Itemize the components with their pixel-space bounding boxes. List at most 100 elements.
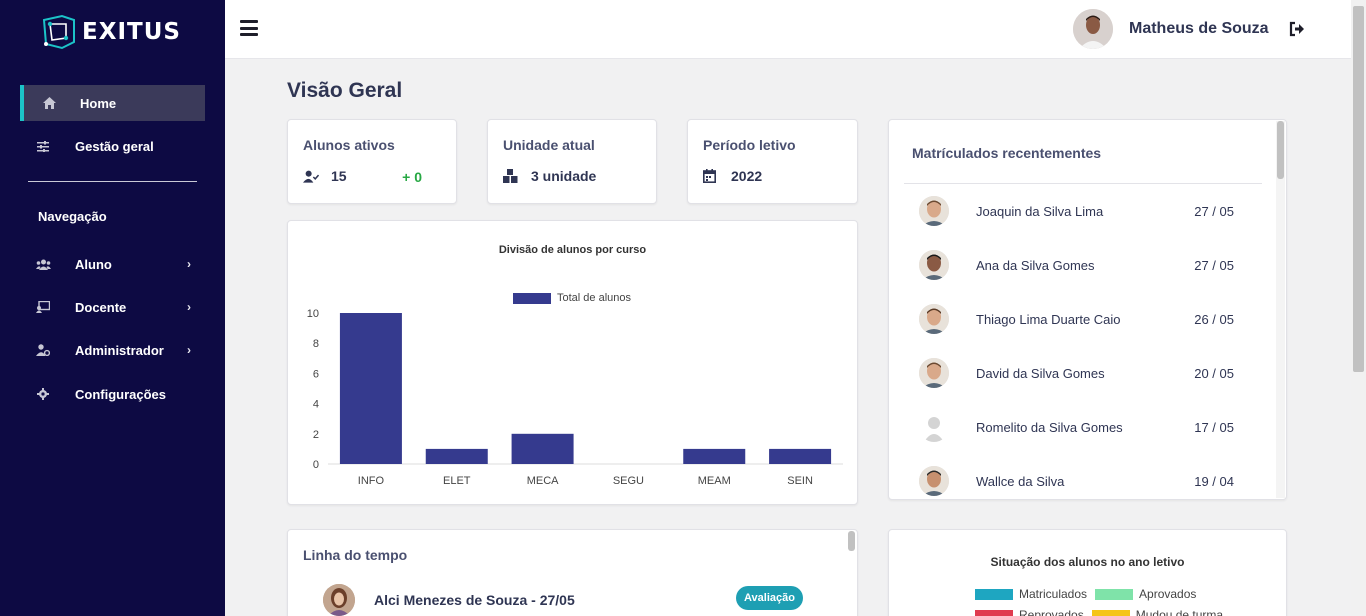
stat-label: Unidade atual	[503, 137, 595, 153]
sidebar-item-home[interactable]: Home	[20, 85, 205, 121]
status-badge[interactable]: Avaliação	[736, 586, 803, 610]
legend-label: Matriculados	[1019, 587, 1088, 601]
timeline-item-name: Alci Menezes de Souza - 27/05	[374, 592, 575, 608]
legend-swatch	[1095, 588, 1134, 600]
app-logo[interactable]: EXITUS	[40, 14, 181, 50]
user-name[interactable]: Matheus de Souza	[1129, 20, 1269, 38]
avatar	[323, 584, 355, 616]
bar-sein[interactable]	[769, 448, 832, 464]
x-tick-label: SEIN	[787, 475, 813, 487]
avatar	[919, 412, 949, 442]
list-item[interactable]: Joaquin da Silva Lima 27 / 05	[919, 191, 1249, 231]
legend-item[interactable]: Mudou de turma	[1091, 608, 1224, 616]
sidebar-item-label: Configurações	[75, 386, 167, 402]
legend-swatch	[975, 609, 1013, 616]
legend-label: Reprovados	[1019, 608, 1084, 616]
sidebar-item-label: Gestão geral	[75, 138, 154, 154]
list-item[interactable]: Romelito da Silva Gomes 17 / 05	[919, 407, 1249, 447]
legend-item[interactable]: Aprovados	[1095, 587, 1196, 601]
avatar[interactable]	[1073, 9, 1113, 49]
sidebar-item-gestao-geral[interactable]: Gestão geral	[20, 128, 205, 164]
stat-value: 3 unidade	[531, 168, 597, 184]
stat-value: 15	[331, 168, 347, 184]
sidebar-item-aluno[interactable]: Aluno ›	[20, 246, 205, 282]
topbar: Matheus de Souza	[225, 0, 1351, 59]
legend-item[interactable]: Matriculados	[975, 587, 1087, 601]
legend-label: Mudou de turma	[1135, 608, 1224, 616]
chevron-right-icon: ›	[187, 343, 191, 357]
list-item-date: 26 / 05	[1194, 311, 1234, 327]
x-tick-label: ELET	[443, 475, 471, 487]
sidebar-item-label: Docente	[75, 299, 127, 315]
avatar	[919, 250, 949, 280]
sliders-icon	[34, 140, 52, 152]
list-item-date: 19 / 04	[1194, 473, 1234, 489]
list-item-date: 27 / 05	[1194, 257, 1234, 273]
list-item-name: Ana da Silva Gomes	[976, 257, 1095, 273]
y-tick-label: 8	[313, 338, 319, 350]
x-tick-label: MECA	[527, 475, 559, 487]
x-tick-label: INFO	[358, 475, 385, 487]
user-cog-icon	[34, 344, 52, 356]
legend-swatch	[975, 588, 1013, 600]
list-item-date: 17 / 05	[1194, 419, 1234, 435]
stat-delta: + 0	[402, 169, 422, 185]
list-item[interactable]: David da Silva Gomes 20 / 05	[919, 353, 1249, 393]
stat-label: Alunos ativos	[303, 137, 395, 153]
avatar	[919, 466, 949, 496]
calendar-icon	[703, 169, 719, 183]
user-check-icon	[303, 170, 319, 183]
sidebar-item-label: Home	[80, 95, 117, 111]
timeline-card: Linha do tempo Alci Menezes de Souza - 2…	[287, 529, 858, 616]
recent-scrollbar[interactable]	[1276, 121, 1285, 498]
x-tick-label: MEAM	[698, 475, 731, 487]
avatar	[919, 196, 949, 226]
bar-info[interactable]	[339, 313, 402, 464]
chart-legend: Matriculados Aprovados Reprovados Mudou …	[975, 587, 1275, 616]
list-item-name: David da Silva Gomes	[976, 365, 1105, 381]
list-item[interactable]: Thiago Lima Duarte Caio 26 / 05	[919, 299, 1249, 339]
timeline-title: Linha do tempo	[303, 547, 408, 563]
home-icon	[40, 97, 58, 109]
bar-elet[interactable]	[425, 448, 488, 464]
legend-label: Aprovados	[1139, 587, 1197, 601]
logout-icon[interactable]	[1289, 21, 1307, 39]
users-icon	[34, 259, 52, 270]
boxes-icon	[503, 169, 519, 183]
stat-value: 2022	[731, 168, 763, 184]
sidebar-item-administrador[interactable]: Administrador ›	[20, 332, 205, 368]
sidebar-item-configuracoes[interactable]: Configurações	[20, 376, 205, 412]
stat-card-periodo: Período letivo 2022	[687, 119, 858, 204]
bar-meca[interactable]	[511, 433, 574, 464]
legend-item[interactable]: Reprovados	[975, 608, 1084, 616]
list-item-date: 20 / 05	[1194, 365, 1234, 381]
chalkboard-icon	[34, 301, 52, 313]
gear-icon	[34, 388, 52, 400]
avatar	[919, 304, 949, 334]
list-item-name: Wallce da Silva	[976, 473, 1065, 489]
divider	[904, 183, 1262, 184]
chevron-right-icon: ›	[187, 257, 191, 271]
y-tick-label: 2	[313, 429, 319, 441]
y-tick-label: 6	[313, 368, 319, 380]
chevron-right-icon: ›	[187, 300, 191, 314]
legend-swatch	[1091, 609, 1130, 616]
list-item-name: Romelito da Silva Gomes	[976, 419, 1123, 435]
list-item-name: Joaquin da Silva Lima	[976, 203, 1104, 219]
sidebar-nav-heading: Navegação	[38, 209, 107, 224]
list-item[interactable]: Ana da Silva Gomes 27 / 05	[919, 245, 1249, 285]
exitus-logo-icon	[42, 14, 75, 50]
page-scrollbar[interactable]	[1351, 0, 1366, 616]
recent-enrollments-card: Matrículados recentementes Joaquin da Si…	[888, 119, 1287, 500]
chart-title: Situação dos alunos no ano letivo	[990, 555, 1185, 569]
y-tick-label: 4	[313, 399, 319, 411]
sidebar-item-docente[interactable]: Docente ›	[20, 289, 205, 325]
avatar	[919, 358, 949, 388]
timeline-scrollbar[interactable]	[847, 531, 856, 616]
y-tick-label: 0	[313, 459, 319, 471]
list-item[interactable]: Wallce da Silva 19 / 04	[919, 461, 1249, 499]
bar-chart: 0 2 4 6 8 10 INFO ELET MECA SEGU MEAM SEIN	[307, 308, 843, 487]
page-title: Visão Geral	[287, 79, 403, 102]
bar-meam[interactable]	[683, 448, 746, 464]
menu-toggle-icon[interactable]	[240, 20, 258, 36]
